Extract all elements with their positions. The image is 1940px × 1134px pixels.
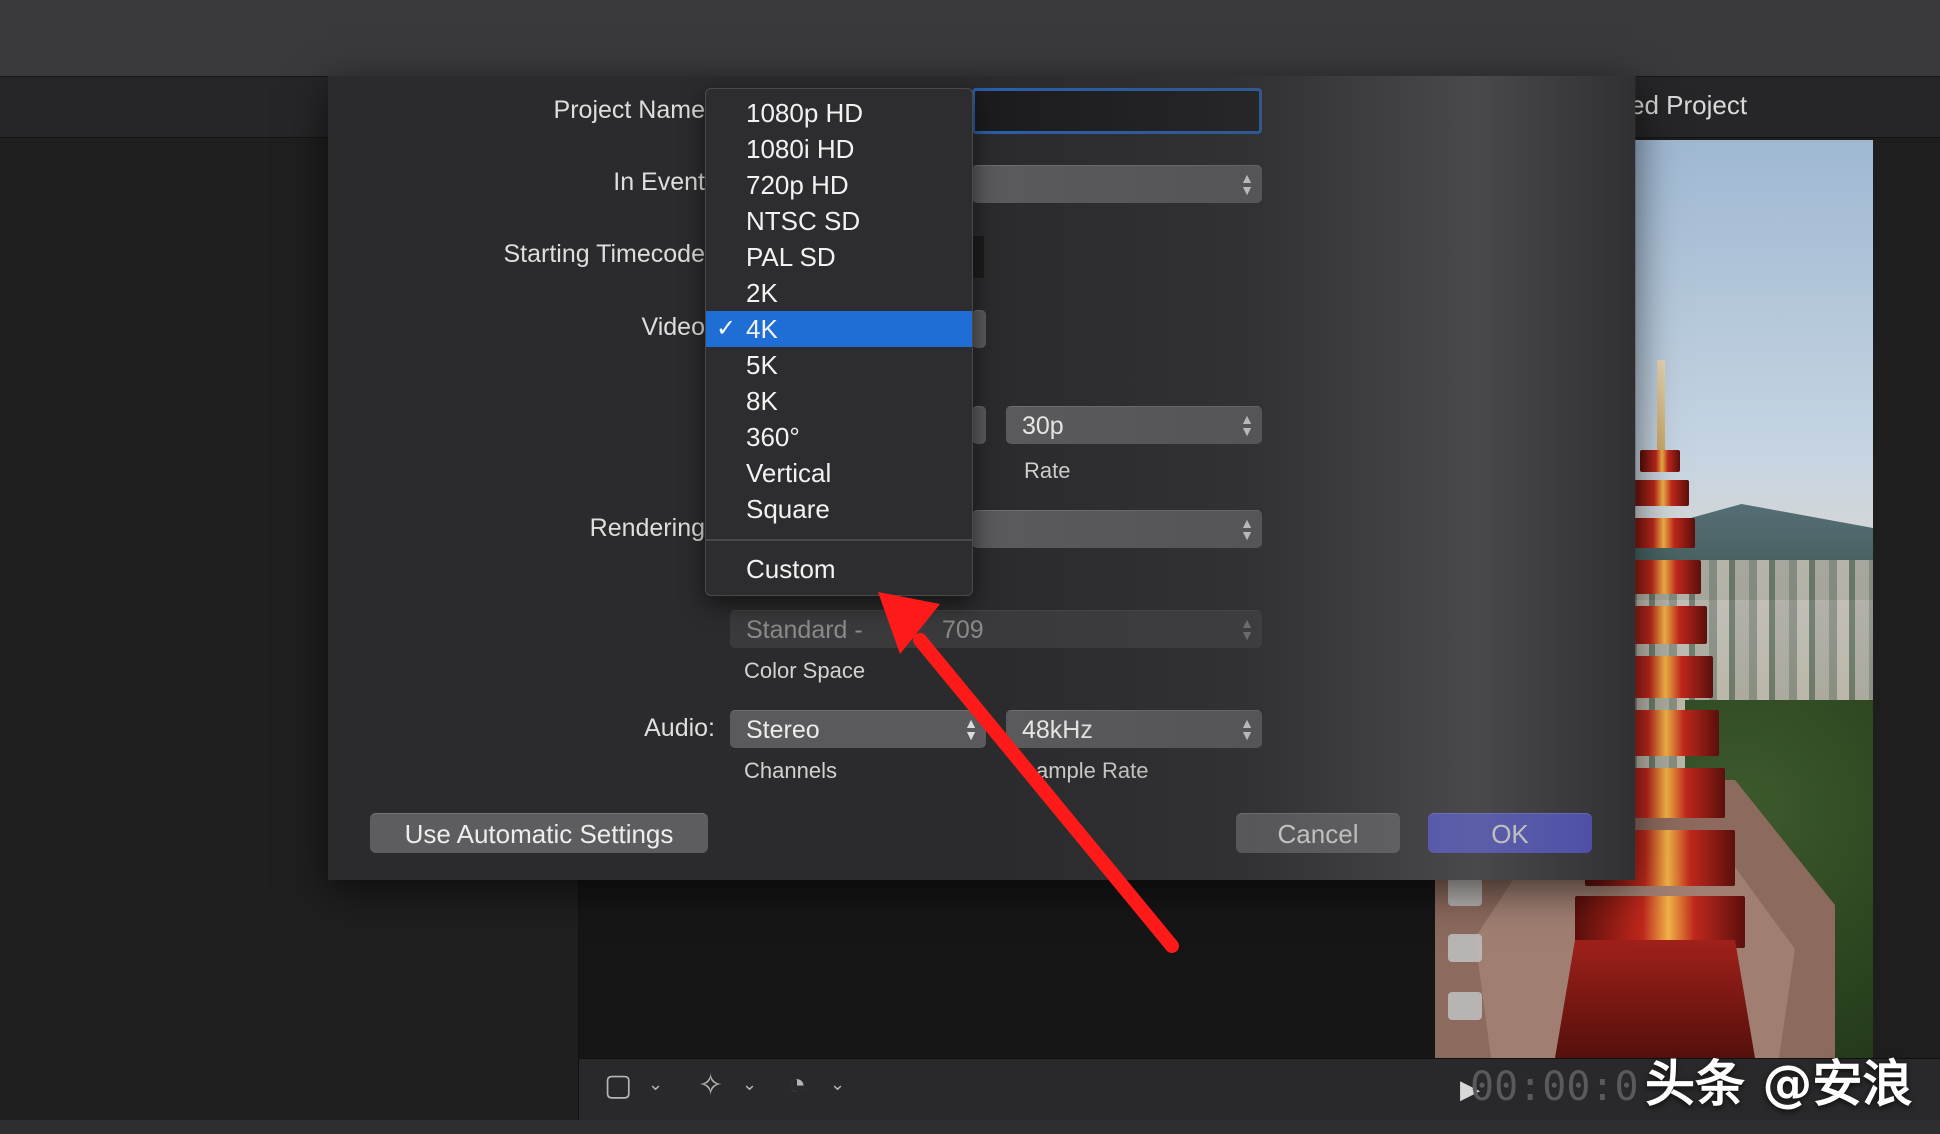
audio-channels-popup[interactable]: Stereo ▲ ▼: [730, 710, 986, 748]
menu-item-720p-hd[interactable]: 720p HD: [706, 167, 972, 203]
menu-item-label: 4K: [746, 314, 778, 344]
stepper-icon: ▲ ▼: [1240, 170, 1254, 198]
frame-rate-caption: Rate: [1024, 458, 1071, 483]
chevron-down-icon[interactable]: ⌄: [830, 1074, 845, 1095]
project-title: ed Project: [1630, 90, 1748, 120]
stepper-icon: ▲ ▼: [964, 715, 978, 743]
color-space-value-tail: 709: [942, 616, 984, 644]
project-name-field[interactable]: [972, 88, 1262, 134]
in-event-popup[interactable]: ▲ ▼: [972, 165, 1262, 203]
color-space-value: Standard -: [746, 616, 863, 644]
status-strip: [0, 1120, 1940, 1134]
starting-timecode-field[interactable]: [972, 236, 984, 278]
menu-item-custom[interactable]: Custom: [706, 551, 972, 587]
frame-rate-value: 30p: [1022, 412, 1064, 440]
menu-item-1080p-hd[interactable]: 1080p HD: [706, 95, 972, 131]
in-event-label: In Event: [613, 168, 705, 196]
audio-label: Audio:: [644, 714, 715, 742]
viewer-pane: [579, 878, 1439, 1058]
watermark-text: 头条 @安浪: [1645, 1055, 1913, 1113]
checkmark-icon: ✓: [716, 315, 737, 342]
stepper-icon: ▲ ▼: [1240, 715, 1254, 743]
stepper-icon: ▲ ▼: [1240, 615, 1254, 643]
rendering-label: Rendering: [589, 514, 705, 542]
magic-wand-icon[interactable]: ✧: [698, 1068, 723, 1103]
menu-item-8k[interactable]: 8K: [706, 383, 972, 419]
viewer-side-button[interactable]: [1448, 934, 1482, 962]
menu-item-pal-sd[interactable]: PAL SD: [706, 239, 972, 275]
stepper-icon: ▲ ▼: [1240, 515, 1254, 543]
rendering-codec-popup[interactable]: ▲ ▼: [972, 510, 1262, 548]
resolution-popup[interactable]: [972, 406, 986, 444]
use-automatic-settings-button[interactable]: Use Automatic Settings: [370, 813, 708, 853]
speed-icon[interactable]: ◔: [788, 1068, 806, 1102]
menu-item-square[interactable]: Square: [706, 491, 972, 527]
menu-item-2k[interactable]: 2K: [706, 275, 972, 311]
audio-sample-rate-popup[interactable]: 48kHz ▲ ▼: [1006, 710, 1262, 748]
video-format-popup[interactable]: [972, 310, 986, 348]
timecode-display: 00:00:0: [1470, 1064, 1639, 1110]
frame-rate-popup[interactable]: 30p ▲ ▼: [1006, 406, 1262, 444]
viewer-side-button[interactable]: [1448, 992, 1482, 1020]
color-space-caption: Color Space: [744, 658, 866, 683]
chevron-down-icon[interactable]: ⌄: [648, 1074, 663, 1095]
menu-separator: [706, 539, 972, 541]
browser-header: [0, 77, 330, 138]
audio-channels-value: Stereo: [746, 716, 820, 744]
title-bar: [0, 0, 1940, 77]
chevron-down-icon[interactable]: ⌄: [742, 1074, 757, 1095]
video-label: Video: [641, 313, 706, 341]
color-space-popup: Standard - 709 ▲ ▼: [730, 610, 1262, 648]
ok-button[interactable]: OK: [1428, 813, 1592, 853]
transform-icon[interactable]: ▢: [604, 1068, 632, 1103]
audio-channels-caption: Channels: [744, 758, 837, 783]
project-name-label: Project Name: [553, 96, 705, 124]
viewer-side-button[interactable]: [1448, 878, 1482, 906]
cancel-button[interactable]: Cancel: [1236, 813, 1400, 853]
audio-sample-rate-value: 48kHz: [1022, 716, 1093, 744]
audio-sample-rate-caption: ample Rate: [1036, 758, 1149, 783]
menu-item-4k[interactable]: ✓ 4K: [706, 311, 972, 347]
menu-item-1080i-hd[interactable]: 1080i HD: [706, 131, 972, 167]
menu-item-vertical[interactable]: Vertical: [706, 455, 972, 491]
stepper-icon: ▲ ▼: [1240, 411, 1254, 439]
menu-item-360[interactable]: 360°: [706, 419, 972, 455]
menu-item-ntsc-sd[interactable]: NTSC SD: [706, 203, 972, 239]
menu-item-5k[interactable]: 5K: [706, 347, 972, 383]
video-format-menu: 1080p HD 1080i HD 720p HD NTSC SD PAL SD…: [705, 88, 973, 596]
starting-timecode-label: Starting Timecode: [503, 240, 706, 268]
